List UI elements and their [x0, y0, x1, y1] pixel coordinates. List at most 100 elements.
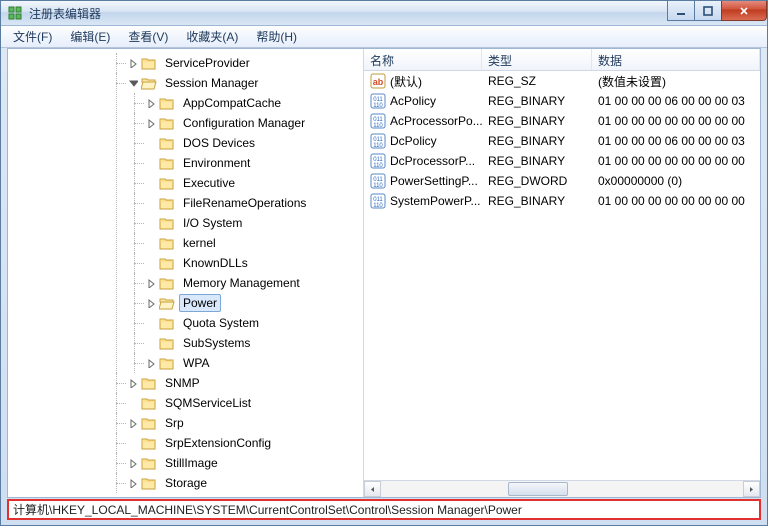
list-body[interactable]: (默认)REG_SZ(数值未设置)AcPolicyREG_BINARY01 00… [364, 71, 760, 480]
tree-item-stillimage[interactable]: StillImage [128, 453, 363, 473]
window-buttons [668, 1, 767, 21]
expander-icon[interactable] [128, 378, 139, 389]
tree-item-appcompatcache[interactable]: AppCompatCache [146, 93, 363, 113]
list-row[interactable]: SystemPowerP...REG_BINARY01 00 00 00 00 … [364, 191, 760, 211]
scroll-thumb[interactable] [508, 482, 568, 496]
value-name-cell: PowerSettingP... [364, 173, 482, 189]
list-row[interactable]: AcProcessorPo...REG_BINARY01 00 00 00 00… [364, 111, 760, 131]
tree-item-knowndlls[interactable]: KnownDLLs [146, 253, 363, 273]
titlebar[interactable]: 注册表编辑器 [1, 1, 767, 26]
value-data: 01 00 00 00 00 00 00 00 00 [592, 114, 760, 128]
menu-favorites[interactable]: 收藏夹(A) [178, 26, 246, 47]
tree-pane[interactable]: ServiceProvider Session Manager AppCompa… [8, 49, 364, 497]
tree-item-power[interactable]: Power [146, 293, 363, 313]
expander-icon[interactable] [128, 418, 139, 429]
folder-icon [141, 396, 157, 410]
tree-item-serviceprovider[interactable]: ServiceProvider [128, 53, 363, 73]
tree-item-iosystem[interactable]: I/O System [146, 213, 363, 233]
tree-label: WPA [179, 354, 213, 372]
menu-help[interactable]: 帮助(H) [248, 26, 305, 47]
value-type: REG_SZ [482, 74, 592, 88]
tree-label: Session Manager [161, 74, 262, 92]
tree-label: StillImage [161, 454, 222, 472]
tree-item-sqmservicelist[interactable]: SQMServiceList [128, 393, 363, 413]
folder-icon [141, 436, 157, 450]
tree-label: Storage [161, 474, 211, 492]
value-name-cell: SystemPowerP... [364, 193, 482, 209]
expander-icon[interactable] [146, 358, 157, 369]
tree-item-srpextensionconfig[interactable]: SrpExtensionConfig [128, 433, 363, 453]
value-name-cell: DcPolicy [364, 133, 482, 149]
folder-icon [159, 256, 175, 270]
value-type: REG_DWORD [482, 174, 592, 188]
menu-view[interactable]: 查看(V) [120, 26, 176, 47]
tree-item-configurationmanager[interactable]: Configuration Manager [146, 113, 363, 133]
value-name-cell: DcProcessorP... [364, 153, 482, 169]
tree-item-kernel[interactable]: kernel [146, 233, 363, 253]
folder-icon [141, 476, 157, 490]
tree-label: kernel [179, 234, 220, 252]
value-type: REG_BINARY [482, 134, 592, 148]
folder-icon [141, 416, 157, 430]
list-row[interactable]: DcProcessorP...REG_BINARY01 00 00 00 00 … [364, 151, 760, 171]
expander-icon[interactable] [146, 278, 157, 289]
folder-icon [141, 376, 157, 390]
tree-item-snmp[interactable]: SNMP [128, 373, 363, 393]
tree-item-memorymanagement[interactable]: Memory Management [146, 273, 363, 293]
value-data: 01 00 00 00 00 00 00 00 00 [592, 194, 760, 208]
tree-label: FileRenameOperations [179, 194, 310, 212]
tree-item-quotasystem[interactable]: Quota System [146, 313, 363, 333]
value-name: (默认) [390, 73, 422, 90]
tree-label: SubSystems [179, 334, 254, 352]
value-type: REG_BINARY [482, 94, 592, 108]
expander-icon[interactable] [128, 78, 139, 89]
value-data: 01 00 00 00 06 00 00 00 03 [592, 94, 760, 108]
tree-item-sessionmanager[interactable]: Session Manager [128, 73, 363, 93]
menu-edit[interactable]: 编辑(E) [62, 26, 118, 47]
scroll-left-button[interactable] [364, 481, 381, 497]
menu-file[interactable]: 文件(F) [5, 26, 60, 47]
tree-item-srp[interactable]: Srp [128, 413, 363, 433]
binary-value-icon [370, 133, 386, 149]
horizontal-scrollbar[interactable] [364, 480, 760, 497]
column-data[interactable]: 数据 [592, 49, 760, 70]
column-type[interactable]: 类型 [482, 49, 592, 70]
expander-icon[interactable] [146, 298, 157, 309]
list-row[interactable]: AcPolicy REG_BINARY01 00 00 00 06 00 00 0… [364, 91, 760, 111]
list-row[interactable]: PowerSettingP...REG_DWORD0x00000000 (0) [364, 171, 760, 191]
tree-item-filerenameoperations[interactable]: FileRenameOperations [146, 193, 363, 213]
scroll-right-button[interactable] [743, 481, 760, 497]
maximize-button[interactable] [694, 1, 722, 21]
tree-item-executive[interactable]: Executive [146, 173, 363, 193]
folder-icon [159, 196, 175, 210]
tree-label: Configuration Manager [179, 114, 309, 132]
binary-value-icon [370, 193, 386, 209]
value-type: REG_BINARY [482, 194, 592, 208]
expander-icon[interactable] [146, 98, 157, 109]
tree-label: AppCompatCache [179, 94, 285, 112]
folder-icon [159, 356, 175, 370]
folder-icon [159, 116, 175, 130]
scroll-track[interactable] [381, 481, 743, 497]
tree-item-wpa[interactable]: WPA [146, 353, 363, 373]
expander-icon[interactable] [128, 58, 139, 69]
expander-icon[interactable] [128, 458, 139, 469]
folder-icon [141, 76, 157, 90]
value-data: 01 00 00 00 06 00 00 00 03 [592, 134, 760, 148]
minimize-button[interactable] [667, 1, 695, 21]
tree-label: I/O System [179, 214, 246, 232]
list-header: 名称 类型 数据 [364, 49, 760, 71]
tree-item-storage[interactable]: Storage [128, 473, 363, 493]
value-data: (数值未设置) [592, 73, 760, 90]
tree-item-subsystems[interactable]: SubSystems [146, 333, 363, 353]
list-row[interactable]: (默认) REG_SZ(数值未设置) [364, 71, 760, 91]
value-name: AcPolicy [390, 94, 436, 108]
value-name: DcProcessorP... [390, 154, 475, 168]
expander-icon[interactable] [146, 118, 157, 129]
list-row[interactable]: DcPolicyREG_BINARY01 00 00 00 06 00 00 0… [364, 131, 760, 151]
close-button[interactable] [721, 1, 767, 21]
column-name[interactable]: 名称 [364, 49, 482, 70]
tree-item-environment[interactable]: Environment [146, 153, 363, 173]
tree-item-dosdevices[interactable]: DOS Devices [146, 133, 363, 153]
expander-icon[interactable] [128, 478, 139, 489]
